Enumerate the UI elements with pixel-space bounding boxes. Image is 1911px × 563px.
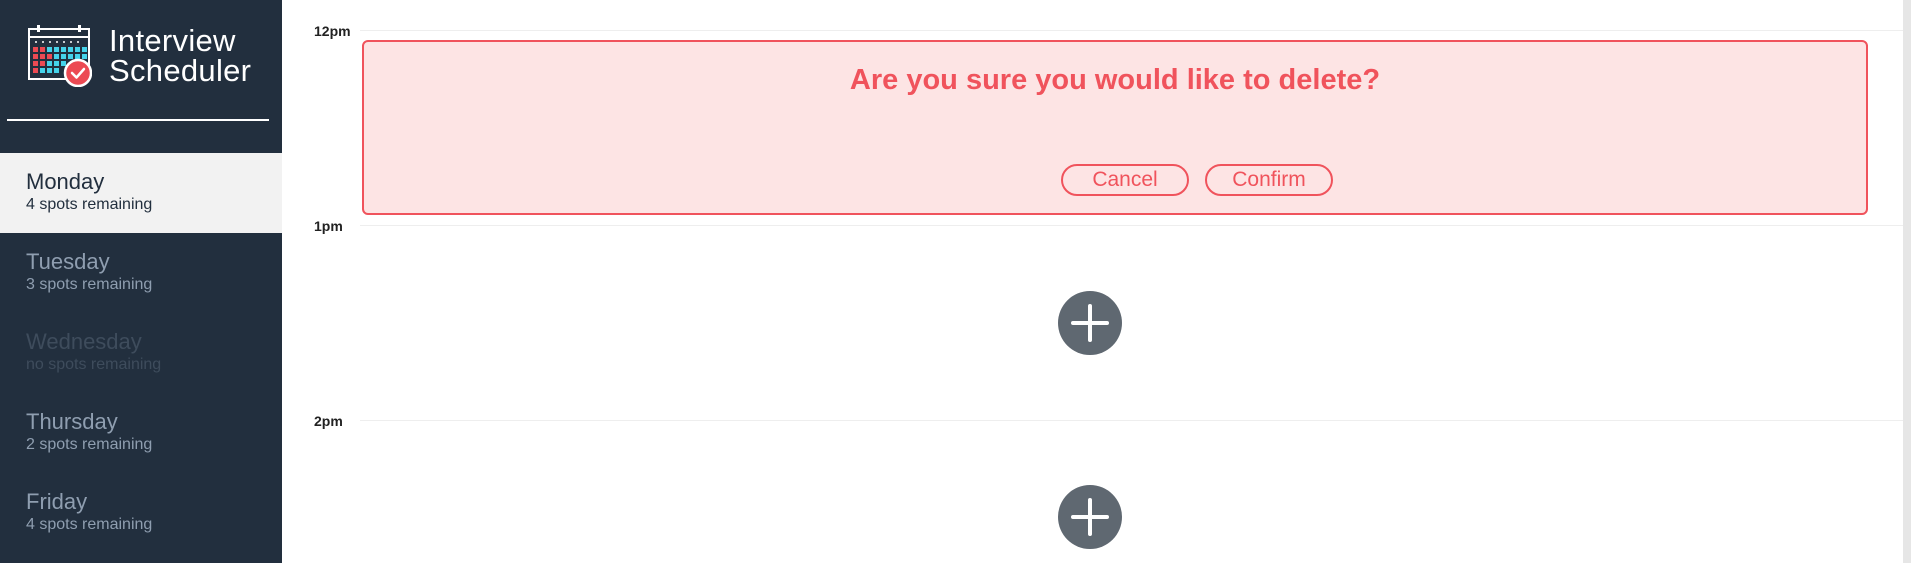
cancel-button[interactable]: Cancel [1061, 164, 1189, 196]
sidebar: Interview Scheduler Monday 4 spots remai… [0, 0, 282, 563]
day-name: Monday [26, 169, 105, 194]
confirm-button[interactable]: Confirm [1205, 164, 1333, 196]
sidebar-day-tuesday[interactable]: Tuesday 3 spots remaining [0, 233, 282, 313]
add-appointment-button[interactable] [1058, 291, 1122, 355]
sidebar-day-monday[interactable]: Monday 4 spots remaining [0, 153, 282, 233]
hour-divider [360, 30, 1911, 31]
day-spots: 4 spots remaining [26, 516, 153, 533]
plus-icon [1071, 498, 1109, 536]
add-appointment-button[interactable] [1058, 485, 1122, 549]
day-name: Friday [26, 489, 88, 514]
schedule: 12pm Are you sure you would like to dele… [282, 0, 1911, 563]
scrollbar[interactable] [1903, 0, 1911, 563]
time-label-1pm: 1pm [314, 218, 343, 234]
sidebar-divider [7, 119, 269, 121]
hour-divider [360, 225, 1911, 226]
calendar-check-icon [28, 25, 92, 87]
delete-confirmation: Are you sure you would like to delete? C… [362, 40, 1868, 215]
confirm-message: Are you sure you would like to delete? [849, 64, 1381, 96]
app-title-line2: Scheduler [109, 53, 252, 88]
time-label-2pm: 2pm [314, 413, 343, 429]
sidebar-day-friday[interactable]: Friday 4 spots remaining [0, 473, 282, 553]
plus-icon [1071, 304, 1109, 342]
day-name: Thursday [26, 409, 118, 434]
app-title-line1: Interview [109, 23, 236, 58]
sidebar-day-thursday[interactable]: Thursday 2 spots remaining [0, 393, 282, 473]
day-spots: 3 spots remaining [26, 276, 153, 293]
day-spots: 2 spots remaining [26, 436, 153, 453]
app: Interview Scheduler Monday 4 spots remai… [0, 0, 1911, 563]
day-spots: 4 spots remaining [26, 196, 153, 213]
sidebar-day-wednesday[interactable]: Wednesday no spots remaining [0, 313, 282, 393]
day-name: Tuesday [26, 249, 110, 274]
time-label-12pm: 12pm [314, 23, 351, 39]
app-title: Interview Scheduler [109, 23, 252, 88]
day-name: Wednesday [26, 329, 142, 354]
hour-divider [360, 420, 1911, 421]
day-spots: no spots remaining [26, 356, 162, 373]
